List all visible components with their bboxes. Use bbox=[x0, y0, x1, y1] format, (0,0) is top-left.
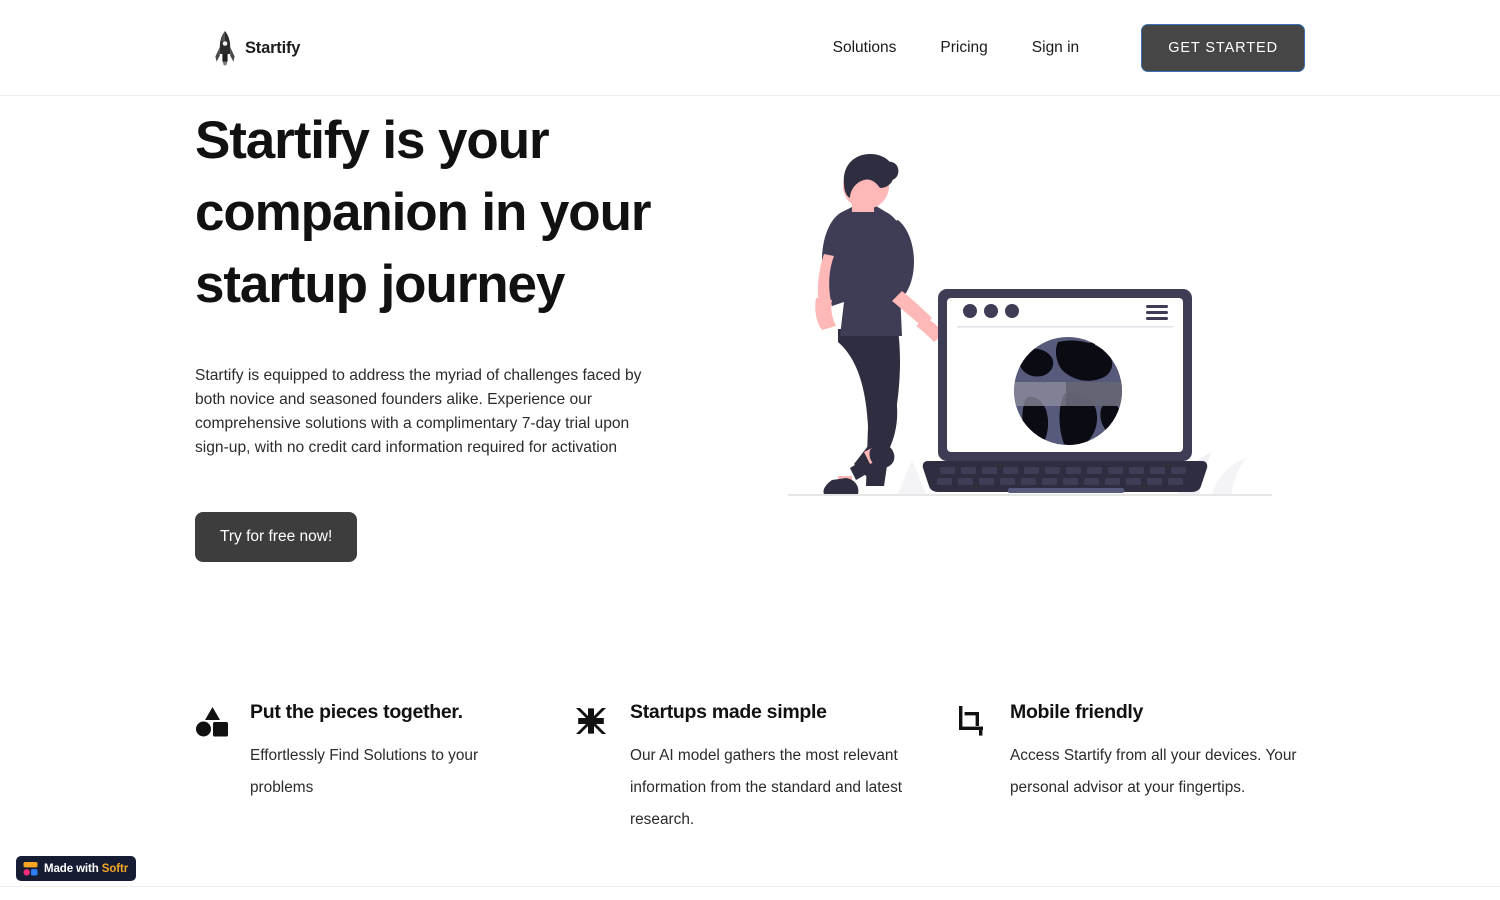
shapes-icon bbox=[195, 701, 233, 804]
brand-logo[interactable]: Startify bbox=[212, 30, 300, 66]
softr-logo-icon bbox=[23, 861, 38, 876]
hero-subtitle: Startify is equipped to address the myri… bbox=[195, 367, 642, 457]
nav-item-signin[interactable]: Sign in bbox=[1010, 39, 1101, 57]
site-header: Startify Solutions Pricing Sign in GET S… bbox=[0, 0, 1500, 96]
badge-prefix: Made with bbox=[44, 862, 99, 875]
feature-card-3: Mobile friendly Access Startify from all… bbox=[955, 701, 1315, 804]
feature-title: Startups made simple bbox=[630, 701, 827, 723]
main-nav: Solutions Pricing Sign in GET STARTED bbox=[811, 0, 1305, 96]
badge-label: Made with Softr bbox=[44, 863, 128, 875]
feature-text: Access Startify from all your devices. Y… bbox=[1010, 747, 1297, 797]
feature-card-1: Put the pieces together. Effortlessly Fi… bbox=[195, 701, 535, 804]
nav-item-solutions[interactable]: Solutions bbox=[811, 39, 919, 57]
rocket-icon bbox=[212, 30, 238, 66]
get-started-button[interactable]: GET STARTED bbox=[1141, 24, 1305, 72]
made-with-softr-badge[interactable]: Made with Softr bbox=[16, 856, 137, 881]
feature-text: Effortlessly Find Solutions to your prob… bbox=[250, 747, 479, 797]
hero-section: Startify is your companion in your start… bbox=[0, 96, 1500, 676]
features-section: Put the pieces together. Effortlessly Fi… bbox=[0, 676, 1500, 886]
feature-title: Put the pieces together. bbox=[250, 701, 463, 723]
hero-copy: Startify is your companion in your start… bbox=[195, 105, 665, 563]
minimize-arrows-icon bbox=[575, 701, 613, 836]
footer-divider bbox=[0, 886, 1500, 887]
try-for-free-button[interactable]: Try for free now! bbox=[195, 512, 358, 563]
nav-item-pricing[interactable]: Pricing bbox=[918, 39, 1009, 57]
feature-text: Our AI model gathers the most relevant i… bbox=[630, 747, 903, 829]
feature-title: Mobile friendly bbox=[1010, 701, 1144, 723]
badge-brand: Softr bbox=[101, 862, 129, 875]
feature-card-2: Startups made simple Our AI model gather… bbox=[575, 701, 935, 836]
hero-illustration bbox=[780, 146, 1280, 506]
brand-name: Startify bbox=[245, 38, 301, 57]
crop-icon bbox=[955, 701, 993, 804]
page-title: Startify is your companion in your start… bbox=[195, 111, 651, 315]
